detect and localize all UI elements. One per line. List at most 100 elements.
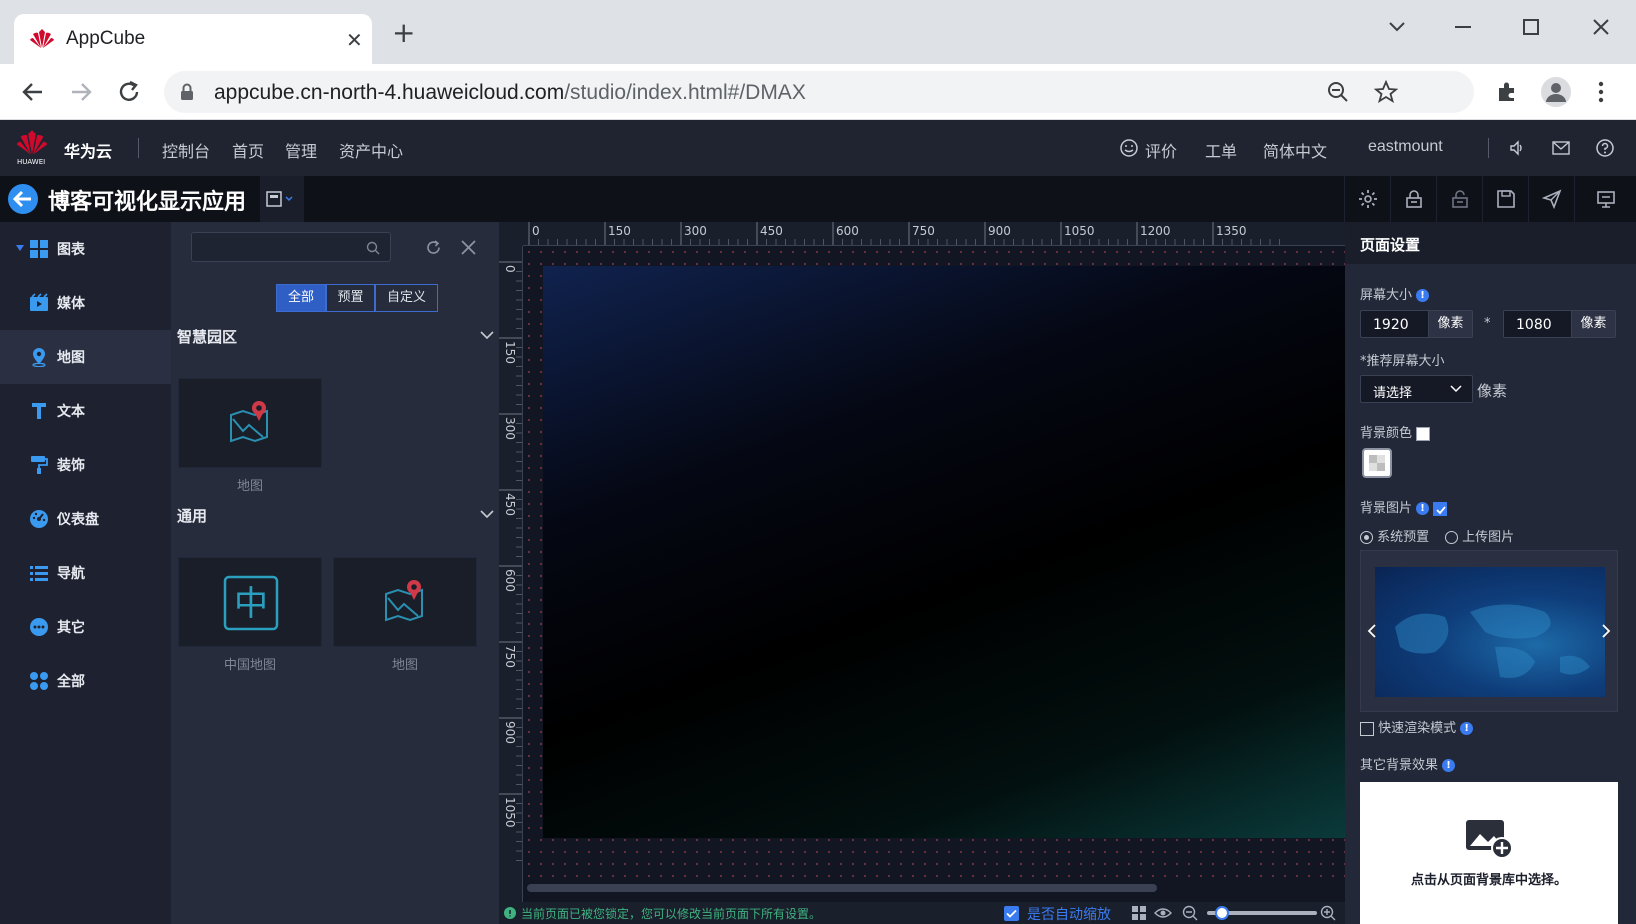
chevron-down-icon[interactable] [480, 330, 494, 340]
browser-menu-icon[interactable] [1594, 79, 1608, 105]
category-other[interactable]: 其它 [0, 600, 171, 654]
extensions-icon[interactable] [1494, 79, 1520, 105]
window-close-icon[interactable] [1588, 14, 1614, 40]
apps-icon [30, 672, 48, 690]
zoom-slider-handle[interactable] [1215, 906, 1229, 920]
forward-arrow-icon[interactable] [68, 79, 94, 105]
screen-size-label: 屏幕大小! [1360, 284, 1430, 303]
help-icon[interactable] [1596, 139, 1614, 157]
group-title: 通用 [177, 507, 208, 525]
info-check-icon [504, 907, 516, 919]
nav-console[interactable]: 控制台 [162, 138, 210, 162]
unlock-button[interactable] [1436, 176, 1482, 222]
page-switcher[interactable] [260, 176, 304, 222]
transparent-swatch-icon [1369, 455, 1385, 471]
nav-user[interactable]: eastmount [1368, 138, 1443, 156]
nav-assets[interactable]: 资产中心 [339, 138, 403, 162]
auto-zoom-checkbox[interactable] [1004, 906, 1019, 921]
preview-button[interactable] [1574, 176, 1636, 222]
category-dashboard[interactable]: 仪表盘 [0, 492, 171, 546]
component-search-input[interactable] [191, 232, 391, 262]
address-bar[interactable]: appcube.cn-north-4.huaweicloud.com/studi… [164, 71, 1474, 113]
grid-toggle-icon[interactable] [1132, 906, 1146, 920]
settings-button[interactable] [1344, 176, 1390, 222]
fast-render-option[interactable]: 快速渲染模式! [1360, 717, 1474, 736]
publish-button[interactable] [1528, 176, 1574, 222]
nav-feedback[interactable]: 评价 [1145, 138, 1177, 162]
more-icon [30, 618, 48, 636]
save-button[interactable] [1482, 176, 1528, 222]
zoom-out-icon[interactable] [1182, 905, 1198, 921]
vertical-ruler: 0 150 300 450 600 750 900 1050 [499, 246, 523, 902]
zoom-in-icon[interactable] [1320, 905, 1336, 921]
info-icon[interactable]: ! [1416, 502, 1430, 515]
back-arrow-icon[interactable] [20, 79, 46, 105]
canvas-stage[interactable] [543, 266, 1345, 838]
radio-upload-image[interactable]: 上传图片 [1445, 526, 1514, 545]
category-map[interactable]: 地图 [0, 330, 171, 384]
screen-height-value: 1080 [1516, 317, 1552, 333]
fast-render-checkbox[interactable] [1360, 721, 1374, 736]
tab-close-icon[interactable]: ✕ [346, 28, 363, 52]
category-navigation[interactable]: 导航 [0, 546, 171, 600]
info-icon[interactable]: ! [1460, 722, 1474, 735]
new-tab-icon[interactable]: + [392, 19, 415, 47]
chevron-left-icon[interactable] [1367, 623, 1377, 639]
category-charts[interactable]: 图表 [0, 222, 171, 276]
nav-home[interactable]: 首页 [232, 138, 264, 162]
chevron-down-icon[interactable] [480, 509, 494, 519]
browser-tab[interactable]: AppCube ✕ [14, 14, 372, 64]
ruler-label: 600 [836, 224, 859, 238]
lock-button[interactable] [1390, 176, 1436, 222]
nav-manage[interactable]: 管理 [285, 138, 317, 162]
bg-image-carousel[interactable] [1360, 550, 1618, 712]
screen-height-input[interactable]: 1080 像素 [1503, 310, 1616, 338]
browser-toolbar: appcube.cn-north-4.huaweicloud.com/studi… [0, 64, 1636, 120]
category-decoration[interactable]: 装饰 [0, 438, 171, 492]
bg-color-picker[interactable] [1362, 448, 1392, 478]
url-host: appcube.cn-north-4.huaweicloud.com [214, 81, 565, 104]
info-icon[interactable]: ! [1416, 289, 1430, 302]
bg-library-picker[interactable]: 点击从页面背景库中选择。 [1360, 782, 1618, 924]
screen-width-input[interactable]: 1920 像素 [1360, 310, 1473, 338]
mail-icon[interactable] [1552, 140, 1570, 156]
close-panel-icon[interactable] [460, 239, 477, 256]
component-card-map[interactable] [333, 557, 477, 647]
maximize-icon[interactable] [1518, 14, 1544, 40]
radio-button[interactable] [1360, 531, 1373, 544]
nav-language[interactable]: 简体中文 [1263, 138, 1327, 162]
tab-search-icon[interactable] [1384, 14, 1410, 40]
chevron-right-icon[interactable] [1601, 623, 1611, 639]
filter-custom[interactable]: 自定义 [375, 284, 438, 312]
category-text[interactable]: 文本 [0, 384, 171, 438]
filter-all[interactable]: 全部 [276, 284, 326, 312]
component-card-map[interactable] [178, 378, 322, 468]
filter-preset[interactable]: 预置 [326, 284, 375, 312]
component-card-china-map[interactable]: 中 [178, 557, 322, 647]
speaker-icon[interactable] [1508, 139, 1526, 157]
screen-size-text: 屏幕大小 [1360, 288, 1413, 303]
bg-image-checkbox[interactable] [1433, 501, 1448, 516]
recommended-size-select[interactable]: 请选择 [1360, 375, 1473, 403]
category-all[interactable]: 全部 [0, 654, 171, 708]
radio-button[interactable] [1445, 531, 1458, 544]
smile-icon[interactable] [1120, 139, 1138, 157]
panel-title: 页面设置 [1360, 236, 1421, 254]
minimize-icon[interactable] [1450, 14, 1476, 40]
huawei-wordmark: HUAWEI [17, 158, 46, 166]
category-media[interactable]: 媒体 [0, 276, 171, 330]
eye-icon[interactable] [1154, 906, 1172, 920]
info-icon[interactable]: ! [1442, 759, 1456, 772]
bg-color-checkbox[interactable] [1416, 426, 1431, 441]
other-effects-label: 其它背景效果! [1360, 754, 1456, 773]
nav-ticket[interactable]: 工单 [1205, 138, 1237, 162]
brand-name[interactable]: 华为云 [64, 138, 112, 162]
reload-icon[interactable] [116, 79, 142, 105]
refresh-icon[interactable] [425, 239, 442, 256]
bookmark-star-icon[interactable] [1374, 80, 1398, 104]
zoom-out-icon[interactable] [1326, 80, 1350, 104]
radio-system-preset[interactable]: 系统预置 [1360, 526, 1429, 545]
profile-avatar-icon[interactable] [1540, 76, 1572, 108]
back-circle-icon[interactable] [7, 183, 39, 215]
horizontal-scrollbar[interactable] [527, 884, 1157, 892]
